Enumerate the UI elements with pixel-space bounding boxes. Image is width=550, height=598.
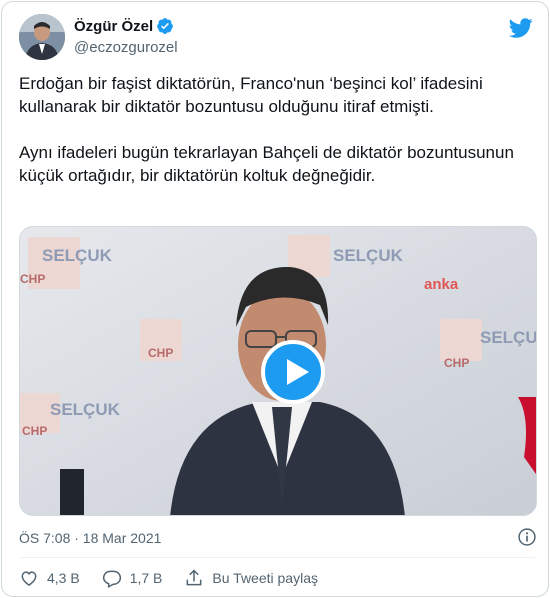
backdrop-text: SELÇUK <box>480 328 537 347</box>
watermark: anka <box>424 276 459 293</box>
like-count: 4,3 B <box>47 570 80 586</box>
backdrop-text: CHP <box>444 356 469 370</box>
author-names: Özgür Özel @eczozgurozel <box>74 16 178 57</box>
share-button[interactable]: Bu Tweeti paylaş <box>184 568 318 588</box>
divider <box>19 557 535 558</box>
verified-badge-icon <box>157 18 174 34</box>
twitter-bird-icon[interactable] <box>509 16 533 40</box>
tweet-text: Erdoğan bir faşist diktatörün, Franco'nu… <box>19 72 539 187</box>
backdrop-text: SELÇUK <box>333 246 404 265</box>
tweet-paragraph: Erdoğan bir faşist diktatörün, Franco'nu… <box>19 74 483 116</box>
backdrop-text: SELÇUK <box>42 246 113 265</box>
reply-icon <box>102 570 121 588</box>
play-button[interactable] <box>261 340 325 404</box>
reply-button[interactable]: 1,7 B <box>102 568 163 588</box>
like-button[interactable]: 4,3 B <box>19 568 80 588</box>
display-name[interactable]: Özgür Özel <box>74 18 153 35</box>
backdrop-text: CHP <box>20 272 45 286</box>
handle[interactable]: @eczozgurozel <box>74 39 178 56</box>
video-player[interactable]: SELÇUK CHP SELÇUK CHP SELÇUK CHP SELÇUK … <box>19 226 537 516</box>
timestamp[interactable]: ÖS 7:08 · 18 Mar 2021 <box>19 530 161 546</box>
backdrop-text: CHP <box>148 346 173 360</box>
share-icon <box>186 569 202 586</box>
reply-count: 1,7 B <box>129 570 163 586</box>
backdrop-text: CHP <box>22 424 47 438</box>
info-icon[interactable] <box>517 527 537 547</box>
avatar[interactable] <box>19 14 65 60</box>
backdrop-text: SELÇUK <box>50 400 121 419</box>
tweet-header: Özgür Özel @eczozgurozel <box>19 14 533 62</box>
tweet-meta: ÖS 7:08 · 18 Mar 2021 <box>19 528 537 548</box>
tweet-actions: 4,3 B 1,7 B Bu Tweeti paylaş <box>19 568 340 588</box>
heart-icon <box>21 571 37 586</box>
share-label: Bu Tweeti paylaş <box>212 570 318 586</box>
tweet-card[interactable]: Özgür Özel @eczozgurozel Erdoğan bir faş… <box>1 1 549 597</box>
tweet-paragraph: Aynı ifadeleri bugün tekrarlayan Bahçeli… <box>19 143 514 185</box>
